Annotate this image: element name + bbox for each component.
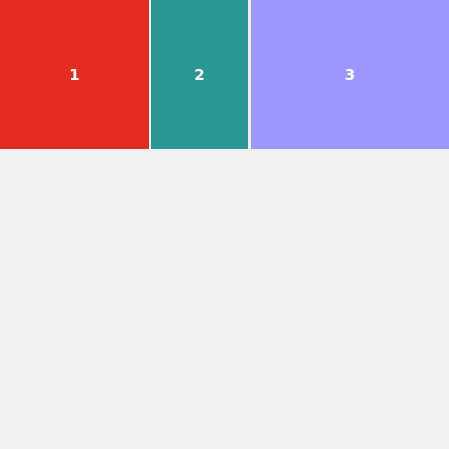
tile-row: 1 2 3 <box>0 0 449 149</box>
canvas: 1 2 3 <box>0 0 449 449</box>
tile-1-label: 1 <box>69 65 80 84</box>
tile-2[interactable]: 2 <box>151 0 248 149</box>
tile-3-label: 3 <box>344 65 356 84</box>
tile-3[interactable]: 3 <box>251 0 449 149</box>
tile-2-label: 2 <box>194 65 205 84</box>
tile-1[interactable]: 1 <box>0 0 149 149</box>
